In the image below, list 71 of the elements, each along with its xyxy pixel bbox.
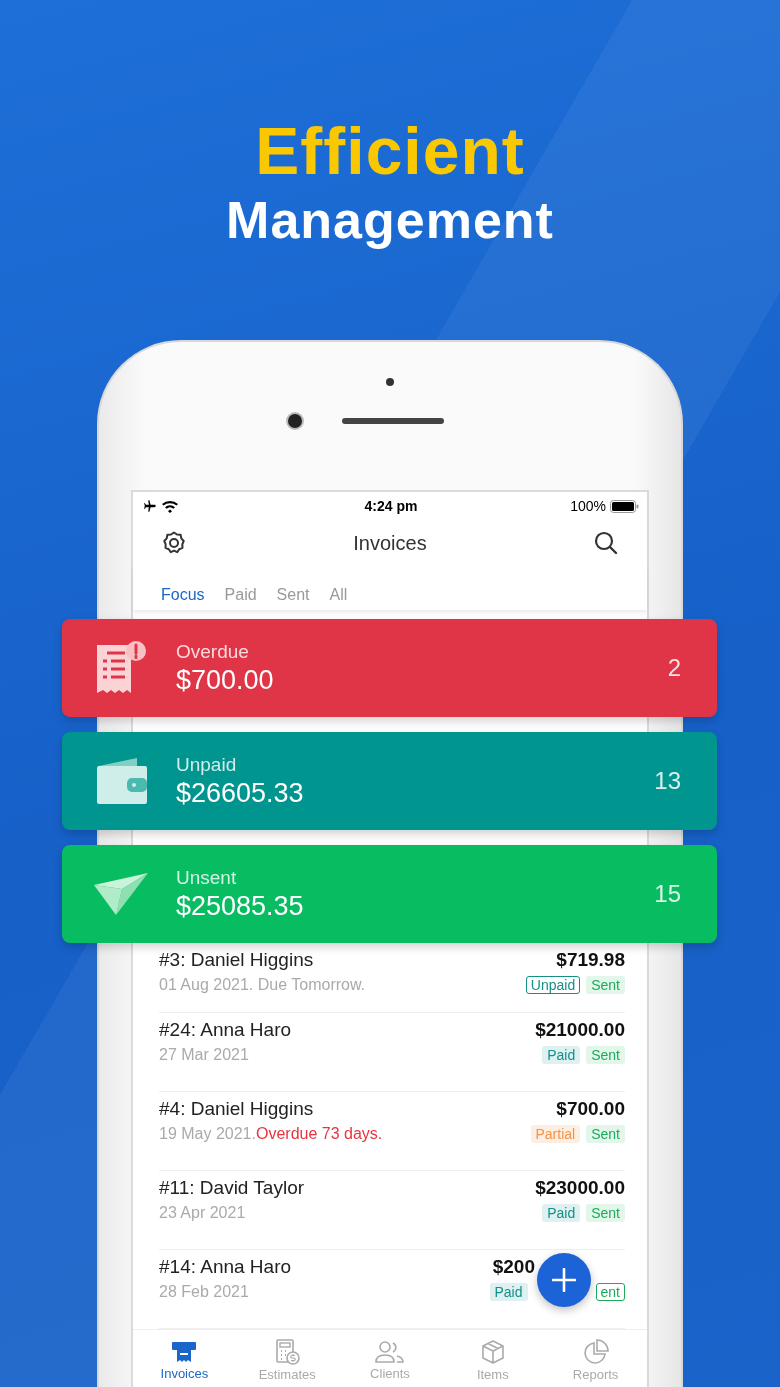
bottom-tab[interactable]: Invoices <box>133 1330 236 1387</box>
headline-subtitle: Management <box>226 190 554 250</box>
invoice-amount: $21000.00 <box>535 1019 625 1041</box>
settings-icon[interactable] <box>161 530 187 556</box>
card-amount: $700.00 <box>176 664 275 696</box>
invoice-title: #3: Daniel Higgins <box>159 949 315 971</box>
battery-percent: 100% <box>570 498 606 514</box>
summary-card[interactable]: Overdue $700.00 2 <box>62 619 717 717</box>
card-label: Unpaid <box>176 753 238 776</box>
status-tag: Sent <box>586 1046 625 1064</box>
calculator-dollar-icon <box>274 1338 301 1365</box>
invoice-amount: $700.00 <box>556 1098 625 1120</box>
invoice-row[interactable]: #3: Daniel Higgins 01 Aug 2021. Due Tomorrow. $719.98 Unpaid Sent <box>159 943 625 1013</box>
summary-card[interactable]: Unpaid $26605.33 13 <box>62 732 717 830</box>
invoice-date: 23 Apr 2021 <box>159 1204 247 1222</box>
status-tag: Partial <box>530 1125 581 1143</box>
card-label: Unsent <box>176 866 238 889</box>
filter-tab[interactable]: All <box>329 586 348 604</box>
battery-icon <box>610 499 639 513</box>
invoice-title: #14: Anna Haro <box>159 1256 292 1278</box>
invoice-amount: $200 <box>492 1256 535 1278</box>
status-tag: Sent <box>586 976 625 994</box>
status-time: 4:24 pm <box>364 498 418 514</box>
card-label: Overdue <box>176 640 250 663</box>
search-icon[interactable] <box>593 530 619 556</box>
people-icon <box>375 1339 405 1364</box>
front-camera <box>286 412 304 430</box>
invoice-date: 27 Mar 2021 <box>159 1046 250 1064</box>
headline-title: Efficient <box>255 113 525 190</box>
bottom-tab[interactable]: Items <box>441 1330 545 1387</box>
screen-title: Invoices <box>353 531 427 555</box>
invoice-date: 19 May 2021.Overdue 73 days. <box>159 1125 383 1143</box>
filter-tab[interactable]: Focus <box>161 586 205 604</box>
card-count: 13 <box>654 767 681 795</box>
invoice-title: #4: Daniel Higgins <box>159 1098 315 1120</box>
sensor-dot <box>386 378 394 386</box>
invoice-date: 28 Feb 2021 <box>159 1283 250 1301</box>
card-count: 15 <box>654 880 681 908</box>
filter-tab[interactable]: Sent <box>276 586 310 604</box>
plus-icon <box>552 1268 576 1292</box>
filter-tab[interactable]: Paid <box>224 586 257 604</box>
status-tag: Sent <box>586 1125 625 1143</box>
invoice-title: #11: David Taylor <box>159 1177 305 1199</box>
box-icon <box>480 1338 505 1365</box>
paper-plane-icon <box>92 871 150 917</box>
status-tag: Sent <box>586 1204 625 1222</box>
wifi-icon <box>161 499 179 513</box>
invoice-row[interactable]: #4: Daniel Higgins 19 May 2021.Overdue 73 days. $700.00 Partial Sent <box>159 1092 625 1171</box>
bottom-tab[interactable]: Estimates <box>235 1330 339 1387</box>
bottom-tab[interactable]: Clients <box>338 1330 442 1387</box>
card-amount: $25085.35 <box>176 890 305 922</box>
status-tag: Paid <box>542 1046 581 1064</box>
invoice-amount: $719.98 <box>556 949 625 971</box>
invoice-row[interactable]: #24: Anna Haro 27 Mar 2021 $21000.00 Paid Sent <box>159 1013 625 1092</box>
airplane-icon <box>143 499 157 513</box>
invoice-row[interactable]: #11: David Taylor 23 Apr 2021 $23000.00 Paid Sent <box>159 1171 625 1250</box>
invoice-amount: $23000.00 <box>535 1177 625 1199</box>
card-count: 2 <box>667 654 681 682</box>
status-tag: Paid <box>542 1204 581 1222</box>
card-amount: $26605.33 <box>176 777 305 809</box>
summary-card[interactable]: Unsent $25085.35 15 <box>62 845 717 943</box>
add-button[interactable] <box>537 1253 591 1307</box>
status-tag: ent <box>595 1283 625 1301</box>
pie-chart-icon <box>582 1338 609 1365</box>
printer-icon <box>171 1339 198 1364</box>
status-tag: Paid <box>489 1283 528 1301</box>
bottom-tab[interactable]: Reports <box>544 1330 647 1387</box>
invoice-date: 01 Aug 2021. Due Tomorrow. <box>159 976 366 994</box>
status-tag: Unpaid <box>525 976 581 994</box>
invoice-row[interactable]: #14: Anna Haro 28 Feb 2021 $200 Paid ent <box>159 1250 625 1329</box>
invoice-title: #24: Anna Haro <box>159 1019 292 1041</box>
